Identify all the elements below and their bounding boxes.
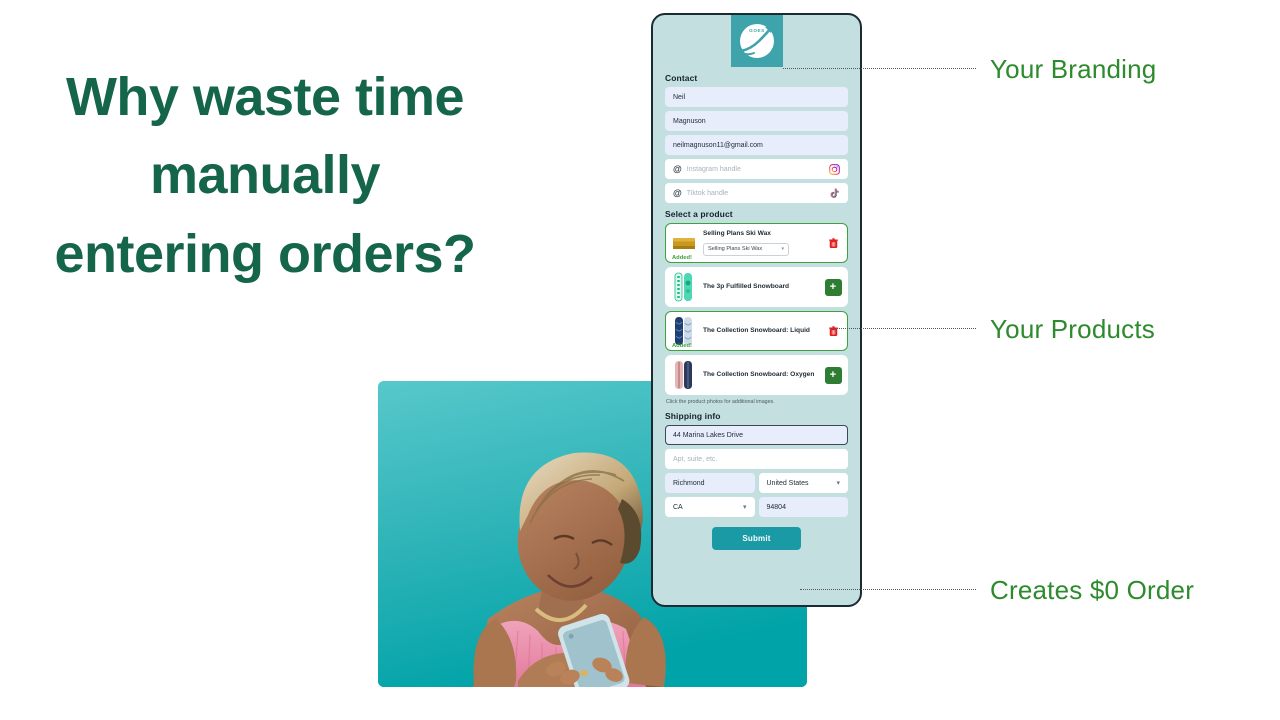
tiktok-icon [829,188,840,199]
product-list: Selling Plans Ski Wax Selling Plans Ski … [665,223,848,395]
product-title: The 3p Fulfilled Snowboard [703,282,790,290]
zip-value: 94804 [766,503,786,511]
city-country-row: Richmond United States ▾ [665,473,848,493]
headline-line-1: Why waste time [65,67,465,127]
added-badge: Added! [672,343,692,349]
email-field[interactable]: neilmagnuson11@gmail.com [665,135,848,155]
plus-icon: + [824,366,842,384]
headline-line-2: manually [149,145,381,206]
headline-line-3: entering orders? [54,223,476,284]
state-value: CA [673,503,683,511]
address-line-2-placeholder: Apt, suite, etc. [673,455,718,463]
product-card-collection-snowboard-liquid[interactable]: The Collection Snowboard: Liquid Added! [665,311,848,351]
product-title: Selling Plans Ski Wax [703,230,771,238]
state-select[interactable]: CA ▾ [665,497,755,517]
at-symbol-icon: @ [673,188,682,198]
trash-icon [828,237,838,249]
chevron-down-icon: ▾ [742,504,747,511]
first-name-value: Neil [673,93,686,101]
city-value: Richmond [673,479,705,487]
page-title: Why waste time manually entering orders? [20,58,510,293]
first-name-field[interactable]: Neil [665,87,848,107]
at-symbol-icon: @ [673,164,682,174]
last-name-field[interactable]: Magnuson [665,111,848,131]
state-zip-row: CA ▾ 94804 [665,497,848,517]
leader-line [783,68,976,69]
product-title: The Collection Snowboard: Liquid [703,326,810,334]
leader-line [833,328,976,329]
callout-label: Your Products [990,314,1155,344]
last-name-value: Magnuson [673,117,706,125]
snowboard-teal-thumbnail[interactable] [671,272,697,302]
add-product-button[interactable]: + [824,278,842,296]
leader-line [800,589,976,590]
remove-product-button[interactable] [824,234,842,252]
slide-canvas: Why waste time manually entering orders? [0,0,1280,720]
callout-label: Your Branding [990,54,1157,84]
product-card-3p-fulfilled-snowboard[interactable]: The 3p Fulfilled Snowboard + [665,267,848,307]
tiktok-handle-field[interactable]: @ Tiktok handle [665,183,848,203]
address-line-2-field[interactable]: Apt, suite, etc. [665,449,848,469]
product-card-ski-wax[interactable]: Selling Plans Ski Wax Selling Plans Ski … [665,223,848,263]
variant-select[interactable]: Selling Plans Ski Wax ▾ [703,242,789,256]
remove-product-button[interactable] [824,322,842,340]
product-photos-hint: Click the product photos for additional … [666,399,775,405]
svg-text:GOES: GOES [749,28,765,33]
tiktok-handle-placeholder: Tiktok handle [686,189,729,197]
country-select[interactable]: United States ▾ [758,473,848,493]
added-badge: Added! [672,255,692,261]
add-product-button[interactable]: + [824,366,842,384]
product-card-collection-snowboard-oxygen[interactable]: The Collection Snowboard: Oxygen + [665,355,848,395]
contact-section-title: Contact [665,73,698,83]
address-line-1-field[interactable]: 44 Marina Lakes Drive [665,425,848,445]
instagram-handle-placeholder: Instagram handle [686,165,741,173]
products-section-title: Select a product [665,209,733,219]
order-form-mockup: GOES Contact Neil Magnuson neilmagnuson1… [651,13,862,607]
ski-wax-thumbnail[interactable] [671,228,697,258]
product-title: The Collection Snowboard: Oxygen [703,370,815,378]
snowboard-red-thumbnail[interactable] [671,360,697,390]
email-value: neilmagnuson11@gmail.com [673,141,763,149]
submit-button[interactable]: Submit [712,527,801,550]
shipping-section-title: Shipping info [665,411,721,421]
city-field[interactable]: Richmond [665,473,755,493]
plus-icon: + [824,278,842,296]
variant-value: Selling Plans Ski Wax [708,246,763,253]
snowboard-blue-thumbnail[interactable] [671,316,697,346]
zip-field[interactable]: 94804 [758,497,848,517]
address-line-1-value: 44 Marina Lakes Drive [673,431,744,439]
chevron-down-icon: ▾ [781,246,784,253]
callout-label: Creates $0 Order [990,575,1195,605]
country-value: United States [766,479,809,487]
goes-logo: GOES [730,15,783,67]
chevron-down-icon: ▾ [836,480,840,487]
instagram-icon [829,163,840,175]
instagram-handle-field[interactable]: @ Instagram handle [665,159,848,179]
